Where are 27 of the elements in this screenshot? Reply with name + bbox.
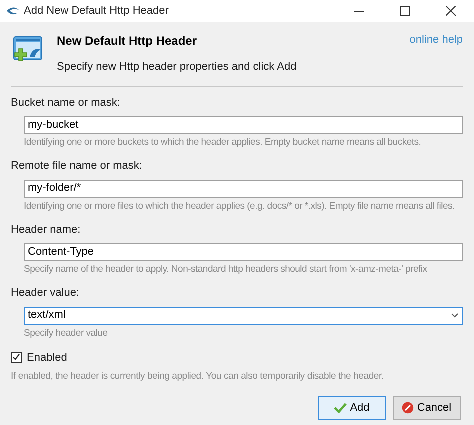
chevron-down-icon (451, 313, 459, 318)
dialog-heading: New Default Http Header (57, 33, 198, 50)
field-hint: Identifying one or more files to which the header applies (e.g. docs/* or *.xls). Empty file name means all files. (24, 200, 456, 212)
input-field[interactable]: my-folder/* (24, 180, 463, 198)
field-label: Header value: (11, 286, 80, 301)
checkmark-icon (334, 403, 348, 414)
field-hint: Identifying one or more buckets to which the header applies. Empty bucket name means all buckets. (24, 137, 422, 149)
field-label: Remote file name or mask: (11, 159, 144, 174)
window-app-icon (6, 7, 20, 15)
combo-box[interactable]: text/xml (24, 306, 463, 324)
dialog-subtitle: Specify new Http header properties and click Add (57, 60, 298, 75)
input-field[interactable]: Content-Type (24, 243, 463, 261)
enabled-checkbox[interactable] (11, 352, 22, 364)
field-hint: Specify name of the header to apply. Non-standard http headers should start from 'x-amz-meta-' prefix (24, 264, 428, 276)
close-icon (446, 6, 456, 16)
cancel-button[interactable]: Cancel (393, 396, 461, 420)
enabled-hint: If enabled, the header is currently being applied. You can also temporarily disable the header. (11, 370, 385, 384)
cancel-icon (402, 402, 414, 414)
field-label: Bucket name or mask: (11, 96, 122, 110)
field-label: Header name: (11, 222, 82, 238)
input-field[interactable]: my-bucket (24, 116, 463, 134)
field-hint: Specify header value (24, 328, 109, 340)
minimize-icon (354, 10, 364, 12)
checkbox-label: Enabled (27, 350, 68, 366)
maximize-icon (400, 6, 410, 16)
add-button[interactable]: Add (318, 396, 386, 420)
window-title: Add New Default Http Header (24, 4, 170, 19)
